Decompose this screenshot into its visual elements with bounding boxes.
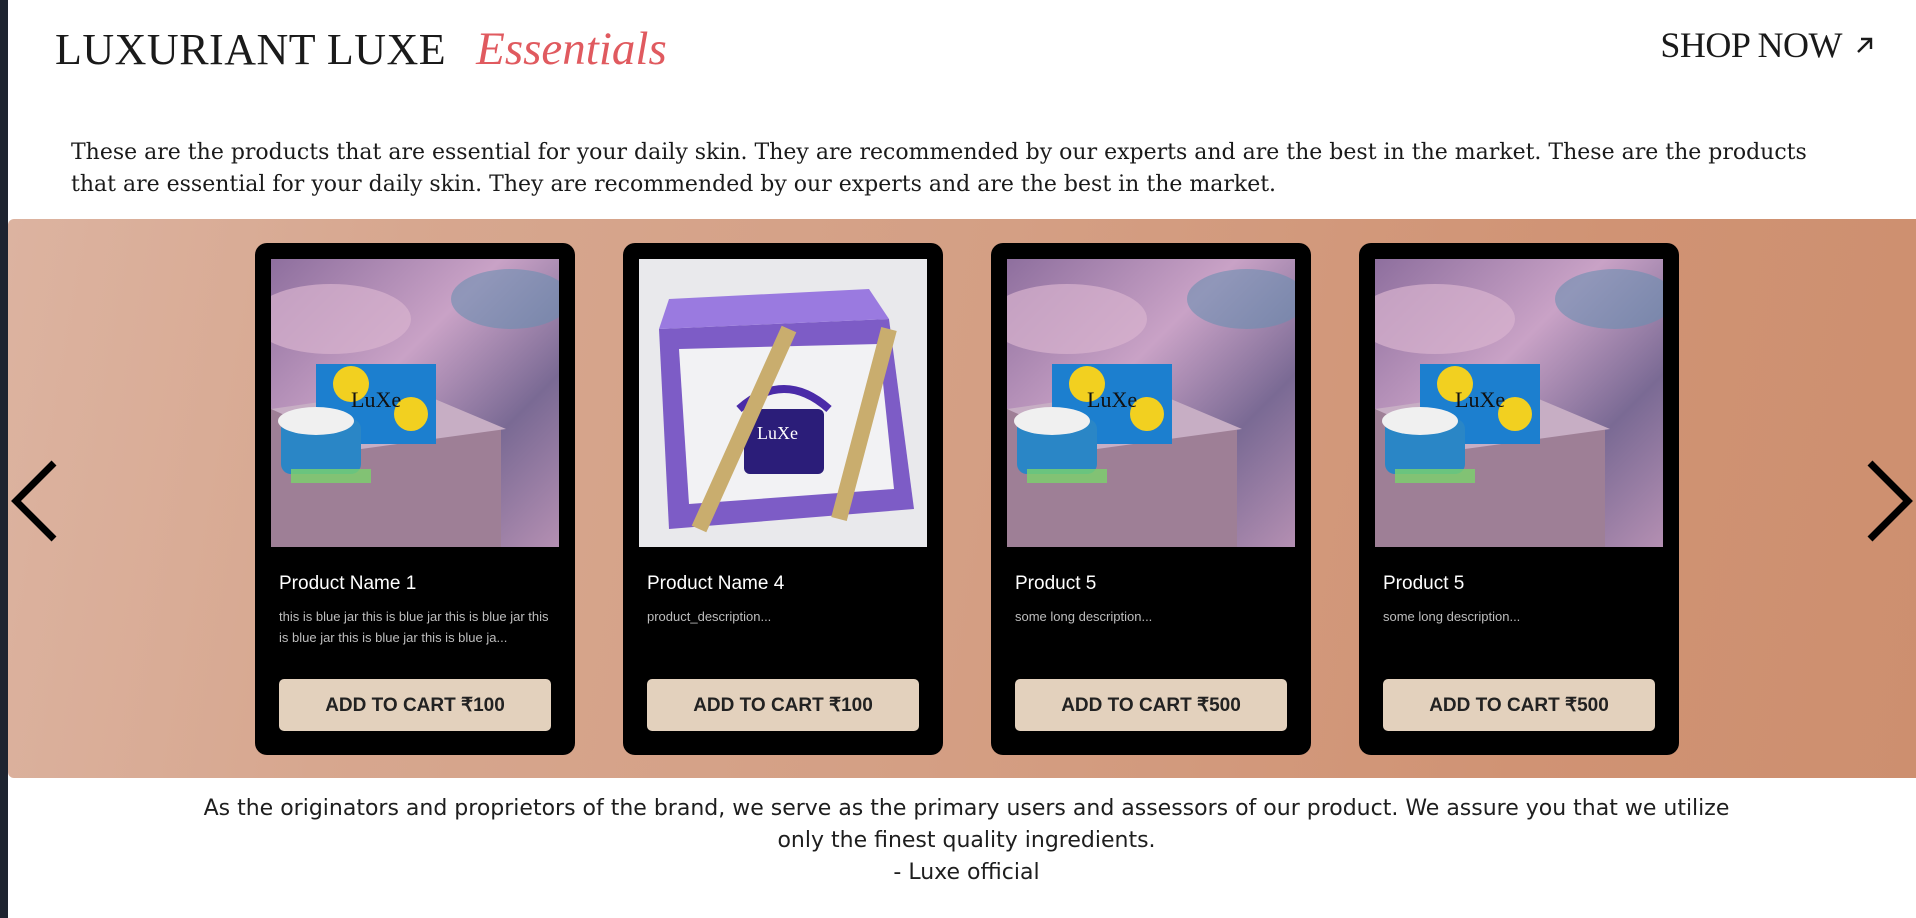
product-name: Product Name 1 <box>279 573 417 594</box>
product-card: LuXe Product 5 some long description... … <box>991 243 1311 755</box>
add-to-cart-button[interactable]: ADD TO CART ₹500 <box>1383 679 1655 731</box>
product-image: LuXe <box>639 259 927 547</box>
svg-text:LuXe: LuXe <box>351 387 401 412</box>
product-name: Product Name 4 <box>647 573 785 594</box>
product-card: LuXe Product 5 some long description... … <box>1359 243 1679 755</box>
quote-attribution: - Luxe official <box>893 860 1040 885</box>
add-to-cart-button[interactable]: ADD TO CART ₹100 <box>647 679 919 731</box>
product-description: some long description... <box>1015 609 1153 624</box>
left-edge-strip <box>0 0 8 918</box>
arrow-up-right-icon <box>1857 37 1873 53</box>
shop-now-link[interactable]: SHOP NOW <box>1660 24 1876 66</box>
chevron-left-icon[interactable] <box>8 459 64 543</box>
product-image: LuXe <box>1375 259 1663 547</box>
add-to-cart-button[interactable]: ADD TO CART ₹500 <box>1015 679 1287 731</box>
svg-text:LuXe: LuXe <box>1455 387 1505 412</box>
brand-accent-title: Essentials <box>476 23 667 75</box>
shop-now-label: SHOP NOW <box>1660 25 1842 65</box>
brand-title: LUXURIANT LUXE <box>55 25 447 74</box>
product-description: this is blue jar this is blue jar this i… <box>279 609 549 645</box>
brand-quote: As the originators and proprietors of th… <box>200 793 1733 889</box>
product-carousel: LuXe Product Name 1 this is blue jar thi… <box>8 219 1916 778</box>
product-image: LuXe <box>1007 259 1295 547</box>
svg-text:LuXe: LuXe <box>757 423 798 443</box>
chevron-right-icon[interactable] <box>1860 459 1916 543</box>
product-image: LuXe <box>271 259 559 547</box>
product-name: Product 5 <box>1015 573 1097 594</box>
add-to-cart-button[interactable]: ADD TO CART ₹100 <box>279 679 551 731</box>
product-name: Product 5 <box>1383 573 1465 594</box>
page-header: LUXURIANT LUXE Essentials <box>55 22 667 82</box>
svg-text:LuXe: LuXe <box>1087 387 1137 412</box>
product-description: product_description... <box>647 609 772 624</box>
intro-text: These are the products that are essentia… <box>71 140 1807 197</box>
quote-text: As the originators and proprietors of th… <box>203 796 1730 853</box>
product-card: LuXe Product Name 1 this is blue jar thi… <box>255 243 575 755</box>
product-card: LuXe Product Name 4 product_description.… <box>623 243 943 755</box>
product-description: some long description... <box>1383 609 1521 624</box>
